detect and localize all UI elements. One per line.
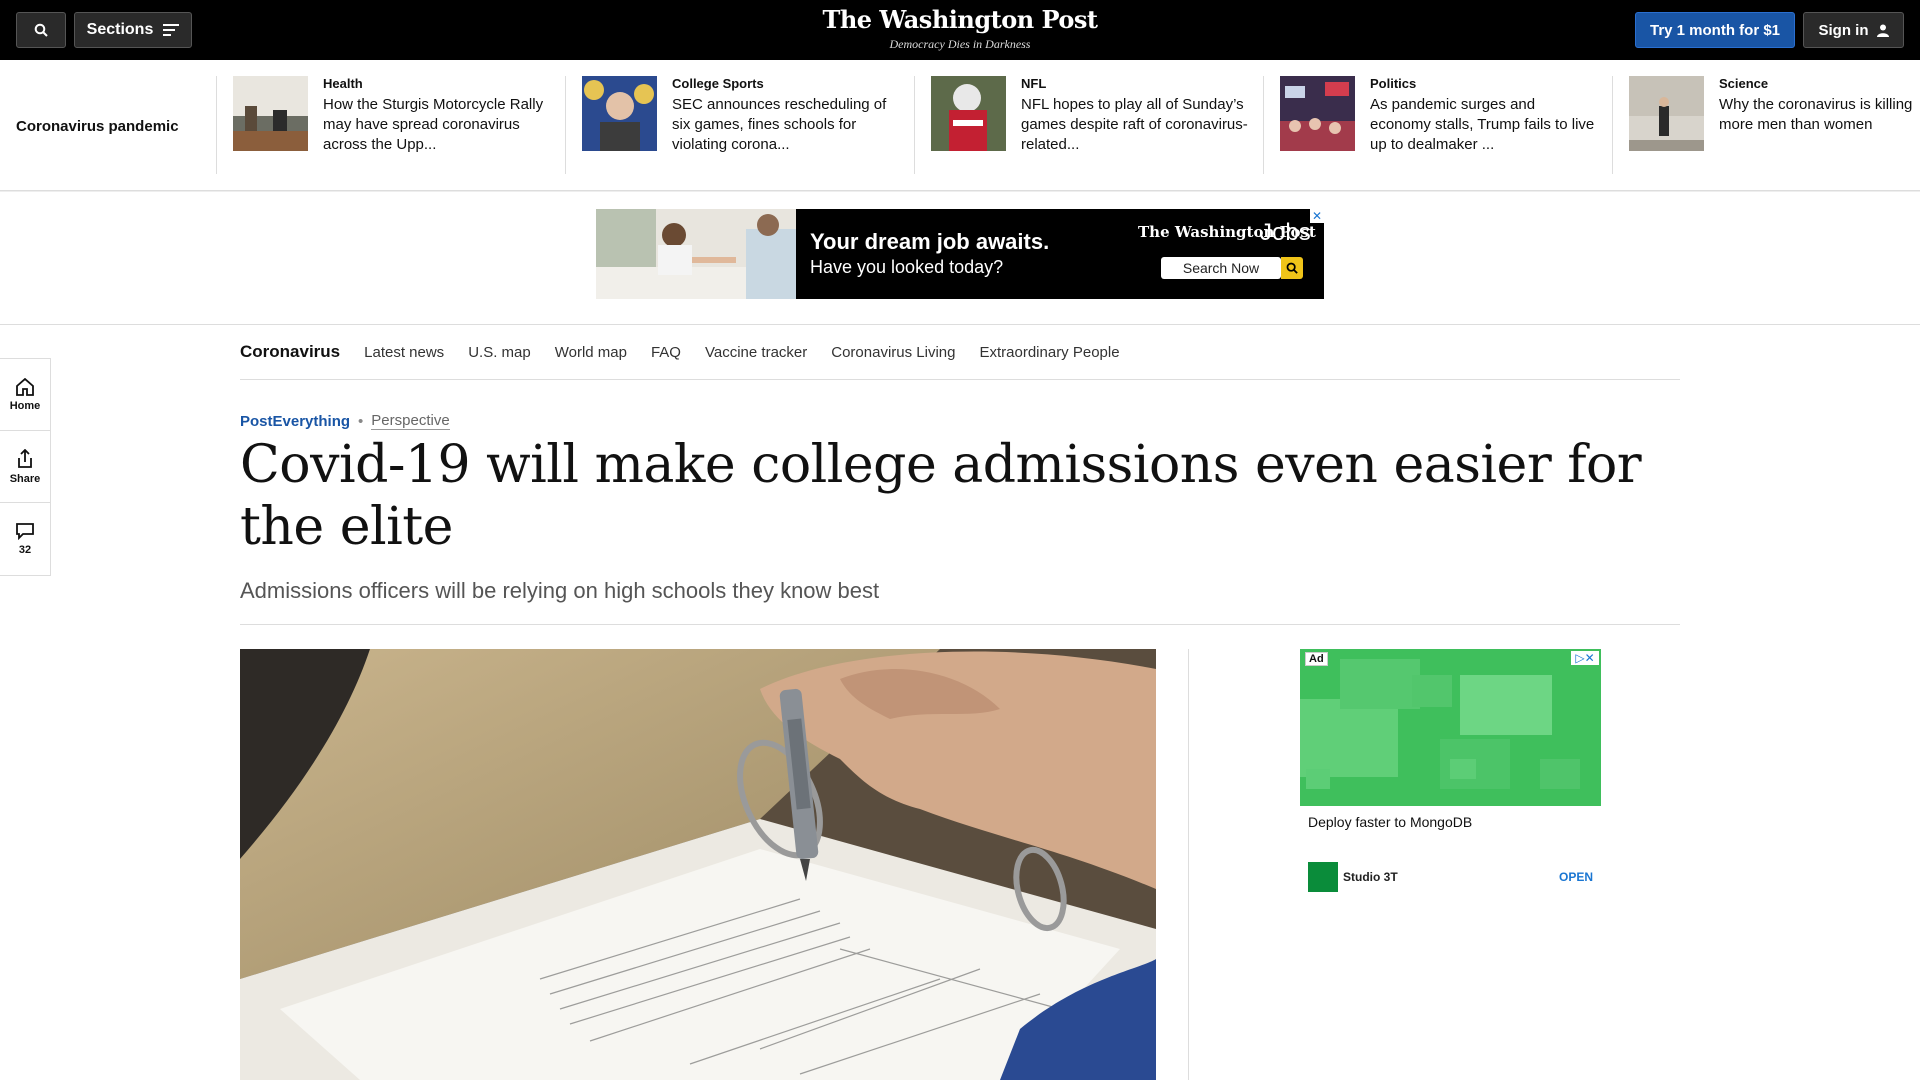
article-label[interactable]: Perspective: [371, 412, 450, 430]
section-subnav: Coronavirus Latest news U.S. map World m…: [240, 325, 1680, 380]
subnav-item-latest-news[interactable]: Latest news: [364, 344, 444, 361]
masthead[interactable]: The Washington Post Democracy Dies in Da…: [760, 5, 1160, 52]
strip-item-politics[interactable]: Politics As pandemic surges and economy …: [1280, 76, 1610, 176]
strip-divider: [565, 76, 566, 174]
strip-divider: [1612, 76, 1613, 174]
sections-button[interactable]: Sections: [74, 12, 192, 48]
header-divider: [240, 624, 1680, 625]
strip-title[interactable]: SEC announces rescheduling of six games,…: [672, 95, 902, 155]
strip-thumbnail: [233, 76, 308, 151]
search-button[interactable]: [16, 12, 66, 48]
ad-close-icon[interactable]: ✕: [1310, 209, 1324, 223]
lead-photo: [240, 649, 1156, 1080]
home-label: Home: [9, 399, 41, 412]
home-icon: [16, 377, 34, 396]
subnav-item-vaccine-tracker[interactable]: Vaccine tracker: [705, 344, 807, 361]
user-icon: [1876, 24, 1889, 37]
comments-button[interactable]: 32: [0, 503, 50, 575]
subnav-item-faq[interactable]: FAQ: [651, 344, 681, 361]
search-icon: [1286, 262, 1298, 274]
sections-label: Sections: [86, 21, 154, 38]
strip-item-college-sports[interactable]: College Sports SEC announces reschedulin…: [582, 76, 912, 176]
strip-title[interactable]: NFL hopes to play all of Sunday’s games …: [1021, 95, 1251, 155]
strip-kicker[interactable]: Science: [1719, 76, 1919, 91]
strip-kicker[interactable]: NFL: [1021, 76, 1251, 91]
left-action-rail: Home Share 32: [0, 358, 51, 576]
ad-graphic: [1300, 649, 1601, 806]
ad-badge: Ad: [1305, 652, 1328, 666]
article-dek: Admissions officers will be relying on h…: [240, 578, 880, 603]
comment-icon: [16, 523, 34, 540]
strip-item-nfl[interactable]: NFL NFL hopes to play all of Sunday’s ga…: [931, 76, 1261, 176]
top-navigation-bar: Sections The Washington Post Democracy D…: [0, 0, 1920, 60]
sign-in-button[interactable]: Sign in: [1803, 12, 1904, 48]
ad-search-field[interactable]: Search Now: [1161, 257, 1281, 279]
strip-thumbnail: [582, 76, 657, 151]
lead-image: [240, 649, 1156, 1080]
home-button[interactable]: Home: [0, 359, 50, 431]
site-logo[interactable]: The Washington Post: [760, 5, 1160, 34]
article-headline: Covid-19 will make college admissions ev…: [240, 435, 1642, 557]
strip-kicker[interactable]: College Sports: [672, 76, 902, 91]
ad-subheadline: Have you looked today?: [810, 257, 1004, 277]
menu-icon: [163, 24, 180, 36]
ad-search-button[interactable]: [1281, 257, 1303, 279]
subscribe-button[interactable]: Try 1 month for $1: [1635, 12, 1795, 48]
subnav-item-extraordinary-people[interactable]: Extraordinary People: [979, 344, 1119, 361]
strip-label[interactable]: Coronavirus pandemic: [16, 118, 179, 135]
subnav-item-world-map[interactable]: World map: [555, 344, 627, 361]
strip-divider: [914, 76, 915, 174]
ad-creative[interactable]: Ad ▷✕: [1300, 649, 1601, 806]
ad-brand[interactable]: Studio 3T: [1343, 870, 1559, 884]
ad-headline: Your dream job awaits.: [810, 229, 1050, 254]
subnav-brand[interactable]: Coronavirus: [240, 342, 340, 362]
strip-title[interactable]: Why the coronavirus is killing more men …: [1719, 95, 1919, 135]
strip-thumbnail: [1280, 76, 1355, 151]
ad-footer: Studio 3T OPEN: [1308, 862, 1593, 892]
top-ad-banner: Your dream job awaits. Have you looked t…: [0, 191, 1920, 325]
ad-open-button[interactable]: OPEN: [1559, 870, 1593, 884]
share-label: Share: [9, 472, 41, 485]
strip-divider: [1263, 76, 1264, 174]
strip-item-science[interactable]: Science Why the coronavirus is killing m…: [1629, 76, 1920, 176]
strip-divider: [216, 76, 217, 174]
subnav-item-coronavirus-living[interactable]: Coronavirus Living: [831, 344, 955, 361]
sign-in-label: Sign in: [1818, 21, 1869, 39]
ad-jobs-wordmark: Jobs: [1260, 219, 1311, 246]
strip-thumbnail: [931, 76, 1006, 151]
strip-thumbnail: [1629, 76, 1704, 151]
ad-title[interactable]: Deploy faster to MongoDB: [1308, 814, 1593, 830]
jobs-advertisement[interactable]: Your dream job awaits. Have you looked t…: [596, 209, 1324, 299]
kicker-separator: •: [358, 412, 364, 430]
search-icon: [34, 23, 48, 37]
strip-item-health[interactable]: Health How the Sturgis Motorcycle Rally …: [233, 76, 563, 176]
strip-title[interactable]: How the Sturgis Motorcycle Rally may hav…: [323, 95, 553, 155]
sidebar-advertisement[interactable]: Ad ▷✕ Deploy faster to MongoDB Studio 3T…: [1300, 649, 1601, 892]
ad-choices-close-icon[interactable]: ▷✕: [1571, 651, 1599, 665]
headline-strip: Coronavirus pandemic Health How the Stur…: [0, 60, 1920, 191]
site-tagline: Democracy Dies in Darkness: [889, 37, 1031, 51]
article-section-link[interactable]: PostEverything: [240, 413, 350, 430]
strip-kicker[interactable]: Politics: [1370, 76, 1600, 91]
subnav-item-us-map[interactable]: U.S. map: [468, 344, 531, 361]
article-kicker: PostEverything • Perspective: [240, 412, 450, 430]
ad-photo: [596, 209, 796, 299]
column-divider: [1188, 649, 1189, 1080]
share-icon: [18, 448, 32, 468]
strip-kicker[interactable]: Health: [323, 76, 553, 91]
strip-title[interactable]: As pandemic surges and economy stalls, T…: [1370, 95, 1600, 155]
share-button[interactable]: Share: [0, 431, 50, 503]
ad-brand-logo-icon: [1308, 862, 1338, 892]
comment-count: 32: [18, 544, 32, 556]
